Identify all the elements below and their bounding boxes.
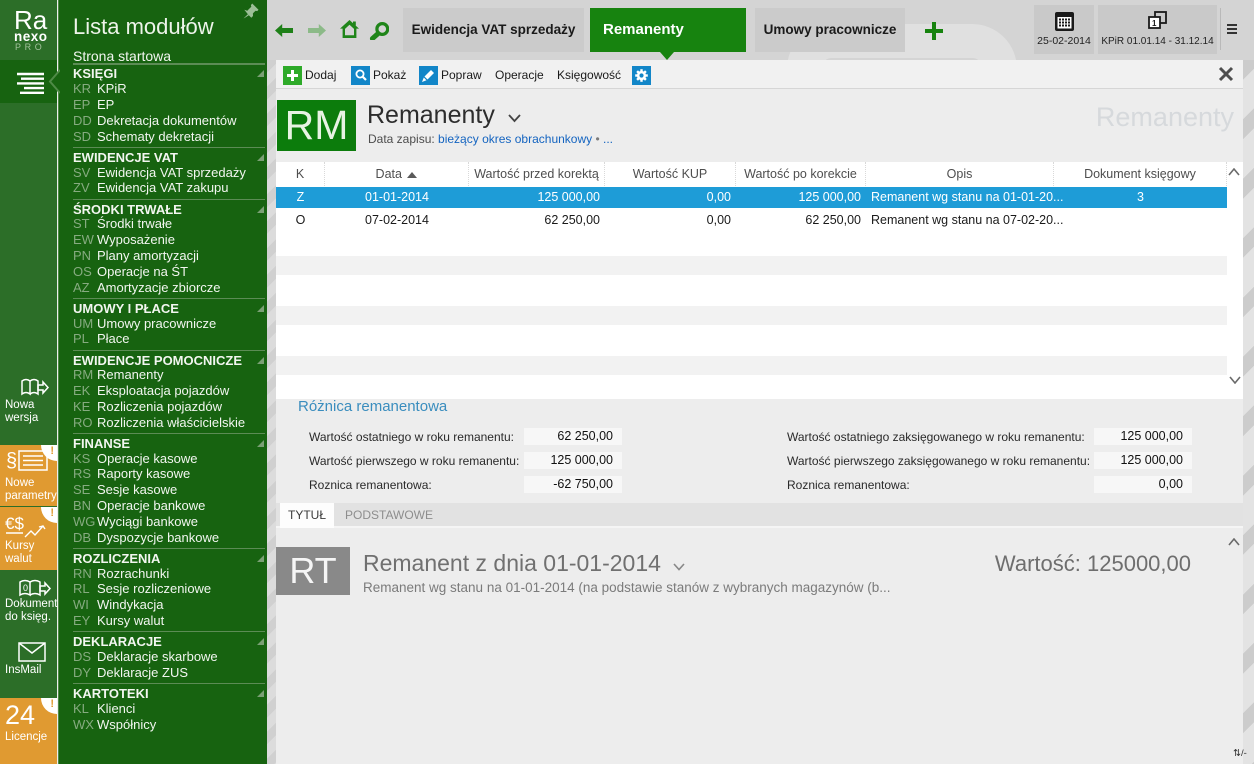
svg-text:€$: €$ xyxy=(5,514,24,533)
svg-text:0: 0 xyxy=(23,583,28,593)
svg-text:§: § xyxy=(6,450,17,472)
svg-text:1: 1 xyxy=(1152,19,1157,28)
